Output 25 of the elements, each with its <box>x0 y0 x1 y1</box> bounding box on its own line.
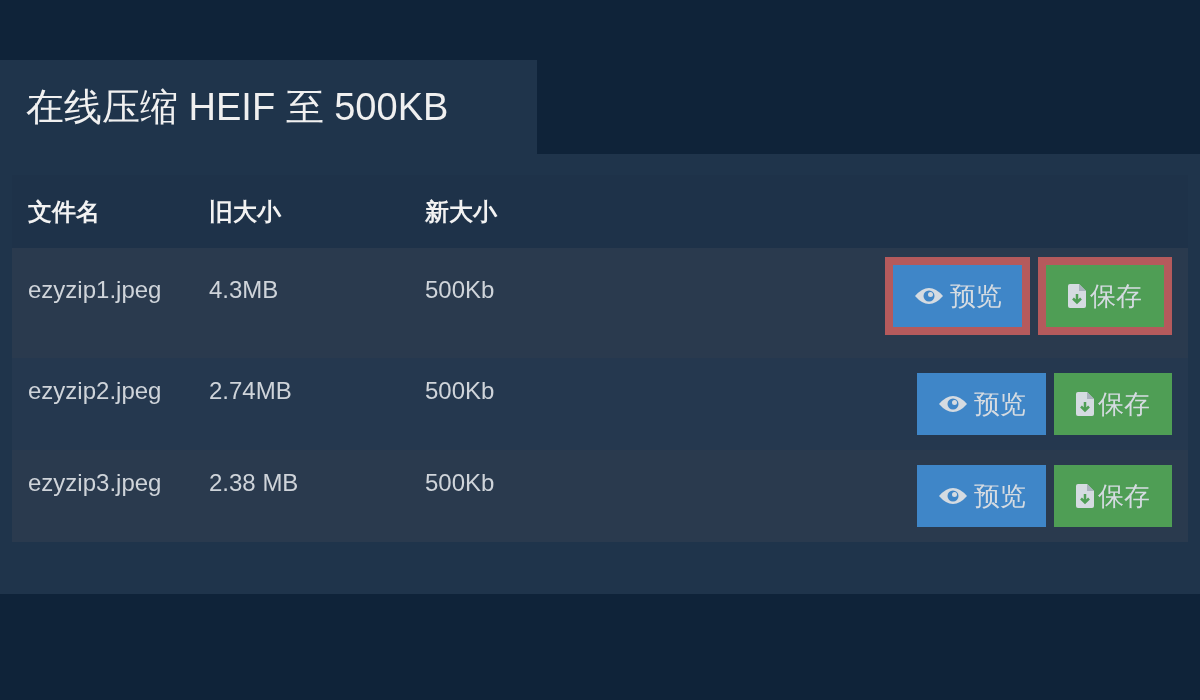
table-cell-text: 500Kb <box>425 376 496 406</box>
column-header: 文件名 <box>28 196 101 227</box>
preview-button[interactable]: 预览 <box>917 373 1046 435</box>
save-button[interactable]: 保存 <box>1054 465 1172 527</box>
column-header: 新大小 <box>425 196 498 227</box>
eye-icon <box>937 394 968 414</box>
download-file-icon <box>1076 484 1094 508</box>
table-cell-text: 500Kb <box>425 275 496 305</box>
table-cell-text: ezyzip1.jpeg <box>28 275 163 305</box>
table-cell-text: ezyzip3.jpeg <box>28 468 163 498</box>
preview-button[interactable]: 预览 <box>885 257 1030 335</box>
eye-icon <box>937 486 968 506</box>
preview-button[interactable]: 预览 <box>917 465 1046 527</box>
eye-icon <box>913 286 944 306</box>
save-button[interactable]: 保存 <box>1038 257 1172 335</box>
download-file-icon <box>1076 392 1094 416</box>
download-file-icon <box>1068 284 1086 308</box>
save-button[interactable]: 保存 <box>1054 373 1172 435</box>
page-title: 在线压缩 HEIF 至 500KB <box>26 84 449 130</box>
table-cell-text: ezyzip2.jpeg <box>28 376 163 406</box>
column-header: 旧大小 <box>209 196 282 227</box>
table-cell-text: 500Kb <box>425 468 496 498</box>
table-cell-text: 4.3MB <box>209 275 280 305</box>
table-cell-text: 2.38 MB <box>209 468 300 498</box>
table-cell-text: 2.74MB <box>209 376 293 406</box>
